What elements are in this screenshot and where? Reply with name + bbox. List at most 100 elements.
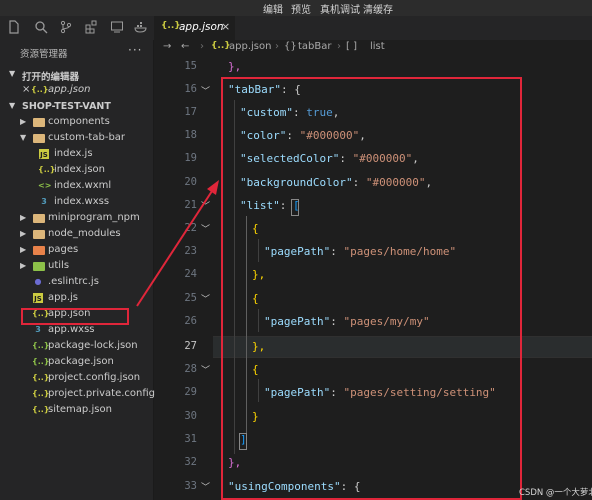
tree-file[interactable]: 3 index.wxss bbox=[0, 195, 154, 211]
menu-item-edit[interactable]: 编辑 bbox=[263, 1, 283, 16]
tree-file[interactable]: {..} index.json bbox=[0, 163, 154, 179]
extensions-icon[interactable] bbox=[84, 20, 100, 36]
tree-file[interactable]: {..} sitemap.json bbox=[0, 403, 154, 419]
line-number-current: 27 bbox=[184, 340, 197, 352]
tree-file[interactable]: <> index.wxml bbox=[0, 179, 154, 195]
breadcrumb-sep: › bbox=[200, 41, 204, 52]
remote-icon[interactable] bbox=[109, 20, 125, 36]
tree-file[interactable]: {..} package-lock.json bbox=[0, 339, 154, 355]
json-file-icon: {..} bbox=[32, 373, 50, 382]
eslint-file-icon: ● bbox=[34, 277, 42, 286]
line-number: 26 bbox=[184, 315, 197, 327]
tree-folder-utils[interactable]: ▶ utils bbox=[0, 259, 154, 275]
chevron-right-icon: ▶ bbox=[20, 117, 27, 126]
json-file-icon: {..} bbox=[38, 165, 56, 174]
tree-file[interactable]: JS index.js bbox=[0, 147, 154, 163]
breadcrumb-sep: › bbox=[275, 41, 279, 52]
chevron-down-icon: ▼ bbox=[20, 133, 27, 142]
json-file-icon: {..} bbox=[161, 21, 181, 31]
docker-icon[interactable] bbox=[133, 20, 149, 36]
line-number: 28 bbox=[184, 363, 197, 375]
menu-item-device-debug[interactable]: 真机调试 bbox=[320, 1, 360, 16]
explorer-sidebar: 资源管理器 ··· ▼ 打开的编辑器 × {..} app.json ▼ SHO… bbox=[0, 40, 176, 500]
arrow-left-icon[interactable]: → bbox=[163, 41, 171, 52]
tab-app-json[interactable]: {..} app.json × bbox=[155, 16, 235, 40]
explorer-title: 资源管理器 bbox=[20, 49, 68, 60]
tree-folder-miniprogram-npm[interactable]: ▶ miniprogram_npm bbox=[0, 211, 154, 227]
menu-item-clear-cache[interactable]: 清缓存 bbox=[363, 1, 393, 16]
tab-label: app.json bbox=[179, 21, 224, 33]
line-number: 23 bbox=[184, 245, 197, 257]
line-number: 22 bbox=[184, 222, 197, 234]
css-file-icon: 3 bbox=[41, 197, 47, 206]
search-icon[interactable] bbox=[33, 20, 49, 36]
tree-file[interactable]: 3 app.wxss bbox=[0, 323, 154, 339]
tree-file[interactable]: ● .eslintrc.js bbox=[0, 275, 154, 291]
tree-file[interactable]: JS app.js bbox=[0, 291, 154, 307]
json-file-icon: {..} bbox=[32, 389, 50, 398]
json-file-icon: {..} bbox=[32, 405, 50, 414]
js-file-icon: JS bbox=[39, 149, 49, 159]
line-number: 32 bbox=[184, 456, 197, 468]
arrow-right-icon[interactable]: ← bbox=[181, 41, 189, 52]
fold-chevron-icon[interactable]: ﹀ bbox=[201, 480, 210, 493]
line-number: 31 bbox=[184, 433, 197, 445]
breadcrumb: → ← › {..} app.json › {} tabBar › [ ] li… bbox=[155, 40, 592, 56]
folder-icon bbox=[33, 214, 45, 223]
more-actions-icon[interactable]: ··· bbox=[128, 43, 142, 57]
project-header[interactable]: ▼ SHOP-TEST-VANT bbox=[0, 99, 154, 115]
folder-open-icon bbox=[33, 134, 45, 143]
watermark: CSDN @一个大萝北 bbox=[519, 488, 592, 498]
menu-item-preview[interactable]: 预览 bbox=[291, 1, 311, 16]
breadcrumb-sep: › bbox=[337, 41, 341, 52]
breadcrumb-tabbar[interactable]: tabBar bbox=[298, 41, 332, 52]
js-file-icon: JS bbox=[33, 293, 43, 303]
folder-icon bbox=[33, 246, 45, 255]
chevron-down-icon: ▼ bbox=[9, 101, 16, 110]
fold-chevron-icon[interactable]: ﹀ bbox=[201, 363, 210, 376]
files-icon[interactable] bbox=[6, 20, 22, 36]
close-icon[interactable]: × bbox=[221, 20, 230, 33]
breadcrumb-file[interactable]: app.json bbox=[229, 41, 271, 52]
folder-icon bbox=[33, 118, 45, 127]
json-file-icon: {..} bbox=[31, 85, 49, 94]
tree-file[interactable]: {..} project.config.json bbox=[0, 371, 154, 387]
wxml-file-icon: <> bbox=[38, 181, 52, 190]
tree-folder-pages[interactable]: ▶ pages bbox=[0, 243, 154, 259]
folder-icon bbox=[33, 262, 45, 271]
line-number: 29 bbox=[184, 386, 197, 398]
line-number: 18 bbox=[184, 129, 197, 141]
close-icon[interactable]: × bbox=[22, 84, 30, 95]
line-number: 25 bbox=[184, 292, 197, 304]
annotation-box-app-json bbox=[21, 308, 129, 325]
line-number: 30 bbox=[184, 410, 197, 422]
fold-chevron-icon[interactable]: ﹀ bbox=[201, 84, 210, 97]
editor-tab-bar: {..} app.json × bbox=[155, 16, 592, 40]
chevron-down-icon: ▼ bbox=[9, 69, 16, 78]
open-editor-item[interactable]: × {..} app.json bbox=[0, 83, 154, 99]
line-number: 19 bbox=[184, 152, 197, 164]
tree-folder-node-modules[interactable]: ▶ node_modules bbox=[0, 227, 154, 243]
object-icon: {} bbox=[284, 41, 297, 52]
fold-chevron-icon[interactable]: ﹀ bbox=[201, 199, 210, 212]
tree-file[interactable]: {..} project.private.config.js... bbox=[0, 387, 176, 403]
line-number: 24 bbox=[184, 268, 197, 280]
array-icon: [ ] bbox=[346, 41, 357, 52]
fold-chevron-icon[interactable]: ﹀ bbox=[201, 292, 210, 305]
tree-folder-custom-tab-bar[interactable]: ▼ custom-tab-bar bbox=[0, 131, 154, 147]
source-control-icon[interactable] bbox=[58, 20, 74, 36]
annotation-box-tabbar-config bbox=[221, 77, 522, 500]
css-file-icon: 3 bbox=[35, 325, 41, 334]
tree-file[interactable]: {..} package.json bbox=[0, 355, 154, 371]
npm-file-icon: {..} bbox=[32, 357, 50, 366]
activity-bar bbox=[0, 16, 154, 40]
line-number: 16 bbox=[184, 83, 197, 95]
open-editors-header[interactable]: ▼ 打开的编辑器 bbox=[0, 67, 154, 83]
line-number: 17 bbox=[184, 106, 197, 118]
open-editor-label: app.json bbox=[48, 84, 91, 95]
code-editor[interactable]: 15 16 17 18 19 20 21 22 23 24 25 26 27 2… bbox=[155, 56, 592, 500]
breadcrumb-list[interactable]: list bbox=[370, 41, 385, 52]
fold-chevron-icon[interactable]: ﹀ bbox=[201, 222, 210, 235]
chevron-right-icon: ▶ bbox=[20, 229, 27, 238]
tree-folder-components[interactable]: ▶ components bbox=[0, 115, 154, 131]
